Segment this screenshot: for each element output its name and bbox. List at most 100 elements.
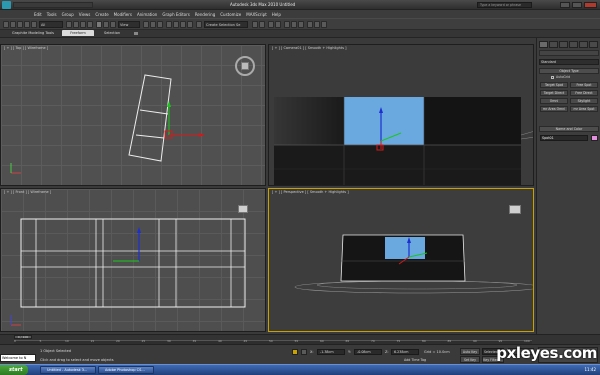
free-spot-button[interactable]: Free Spot (570, 82, 598, 88)
timeline-tick-label: 40 (218, 339, 222, 343)
keyboard-shortcut-icon[interactable] (157, 21, 163, 28)
utilities-tab-icon[interactable] (589, 41, 598, 48)
layer-manager-icon[interactable] (268, 21, 274, 28)
redo-icon[interactable] (10, 21, 16, 28)
create-tab-icon[interactable] (539, 41, 548, 48)
undo-icon[interactable] (3, 21, 9, 28)
menu-item-animation[interactable]: Animation (137, 12, 157, 17)
x-coordinate-field[interactable]: -1.38cm (317, 349, 345, 355)
perspective-view-geometry (294, 234, 533, 294)
pivot-center-icon[interactable] (143, 21, 149, 28)
timeline-tick-label: 95 (498, 339, 503, 343)
timeline-tick-label: 75 (396, 339, 401, 343)
menu-bar: Edit Tools Group Views Create Modifiers … (0, 10, 600, 18)
motion-tab-icon[interactable] (569, 41, 578, 48)
z-coordinate-field[interactable]: 6.238cm (391, 349, 419, 355)
viewport-camera[interactable]: [ + ] [ Camera01 ] [ Smooth + Highlights… (268, 44, 534, 186)
schematic-view-icon[interactable] (291, 21, 297, 28)
menu-item-graph-editors[interactable]: Graph Editors (162, 12, 189, 17)
selection-filter-dropdown[interactable]: All (39, 21, 63, 28)
omni-button[interactable]: Omni (540, 98, 568, 104)
render-setup-icon[interactable] (307, 21, 313, 28)
reference-coordinate-dropdown[interactable]: View (118, 21, 140, 28)
taskbar-clock: 11:42 (584, 367, 596, 372)
selection-count: 1 Object Selected (40, 349, 72, 353)
viewport-front[interactable]: [ + ] [ Front ] [ Wireframe ] (0, 188, 266, 332)
tab-selection[interactable]: Selection (104, 31, 120, 35)
select-by-name-icon[interactable] (73, 21, 79, 28)
viewport-top[interactable]: [ + ] [ Top ] [ Wireframe ] (0, 44, 266, 186)
free-direct-button[interactable]: Free Direct (570, 90, 598, 96)
app-logo-icon[interactable] (2, 1, 11, 9)
main-toolbar: All View Create Selection Se (0, 18, 600, 30)
add-time-tag-button[interactable]: Add Time Tag (404, 358, 426, 362)
bind-spacewarp-icon[interactable] (31, 21, 37, 28)
tab-graphite-modeling-tools[interactable]: Graphite Modeling Tools (12, 31, 54, 35)
select-scale-icon[interactable] (110, 21, 116, 28)
snaps-toggle-icon[interactable] (166, 21, 172, 28)
maximize-button[interactable] (572, 2, 582, 8)
mirror-icon[interactable] (252, 21, 258, 28)
menu-item-rendering[interactable]: Rendering (195, 12, 215, 17)
set-key-button[interactable]: Set Key (460, 356, 480, 363)
taskbar-item-photoshop[interactable]: Adobe Photoshop CS... (98, 366, 154, 374)
window-crossing-icon[interactable] (87, 21, 93, 28)
unlink-icon[interactable] (24, 21, 30, 28)
menu-item-edit[interactable]: Edit (34, 12, 42, 17)
menu-item-group[interactable]: Group (62, 12, 74, 17)
object-name-field[interactable]: Spot01 (540, 135, 588, 141)
tab-freeform[interactable]: Freeform (62, 30, 94, 36)
percent-snap-icon[interactable] (180, 21, 186, 28)
menu-item-tools[interactable]: Tools (47, 12, 57, 17)
maxscript-listener[interactable]: Welcome to N (0, 354, 36, 362)
lock-selection-icon[interactable] (292, 349, 298, 355)
manipulate-icon[interactable] (150, 21, 156, 28)
y-coordinate-field[interactable]: -0.08cm (354, 349, 382, 355)
curve-editor-icon[interactable] (284, 21, 290, 28)
select-move-icon[interactable] (96, 21, 102, 28)
rect-selection-icon[interactable] (80, 21, 86, 28)
close-button[interactable] (584, 2, 597, 8)
watermark: pxleyes.com (496, 344, 597, 362)
graphite-toggle-icon[interactable] (275, 21, 281, 28)
rendered-frame-window-icon[interactable] (314, 21, 320, 28)
display-tab-icon[interactable] (579, 41, 588, 48)
skylight-button[interactable]: Skylight (570, 98, 598, 104)
menu-item-create[interactable]: Create (95, 12, 108, 17)
menu-item-maxscript[interactable]: MAXScript (246, 12, 267, 17)
menu-item-views[interactable]: Views (79, 12, 91, 17)
edit-named-selection-icon[interactable] (196, 21, 202, 28)
mr-area-omni-button[interactable]: mr Area Omni (540, 106, 568, 112)
material-editor-icon[interactable] (298, 21, 304, 28)
viewport-perspective[interactable]: [ + ] [ Perspective ] [ Smooth + Highlig… (268, 188, 534, 332)
taskbar-item-3dsmax[interactable]: Untitled - Autodesk 3... (40, 366, 96, 374)
category-dropdown[interactable]: Standard (539, 59, 599, 65)
menu-item-customize[interactable]: Customize (220, 12, 241, 17)
link-icon[interactable] (17, 21, 23, 28)
select-object-icon[interactable] (66, 21, 72, 28)
start-button[interactable]: start (0, 365, 28, 375)
named-selection-set-dropdown[interactable]: Create Selection Se (204, 21, 248, 28)
auto-key-button[interactable]: Auto Key (460, 348, 480, 355)
mr-area-spot-button[interactable]: mr Area Spot (570, 106, 598, 112)
hierarchy-tab-icon[interactable] (559, 41, 568, 48)
spinner-snap-icon[interactable] (187, 21, 193, 28)
target-spot-button[interactable]: Target Spot (540, 82, 568, 88)
select-rotate-icon[interactable] (103, 21, 109, 28)
modify-tab-icon[interactable] (549, 41, 558, 48)
target-direct-button[interactable]: Target Direct (540, 90, 568, 96)
render-production-icon[interactable] (321, 21, 327, 28)
transform-mode-icon[interactable] (301, 349, 307, 355)
ribbon-minimize-icon[interactable] (134, 32, 138, 35)
align-icon[interactable] (259, 21, 265, 28)
y-label: Y: (348, 350, 351, 354)
menu-item-modifiers[interactable]: Modifiers (114, 12, 132, 17)
rollout-name-color[interactable]: Name and Color (539, 126, 599, 132)
angle-snap-icon[interactable] (173, 21, 179, 28)
rollout-object-type[interactable]: Object Type (539, 68, 599, 74)
object-color-swatch[interactable] (591, 135, 598, 141)
menu-item-help[interactable]: Help (272, 12, 281, 17)
minimize-button[interactable] (560, 2, 570, 8)
autogrid-checkbox[interactable] (551, 76, 554, 79)
search-input[interactable]: Type a keyword or phrase (477, 2, 532, 8)
